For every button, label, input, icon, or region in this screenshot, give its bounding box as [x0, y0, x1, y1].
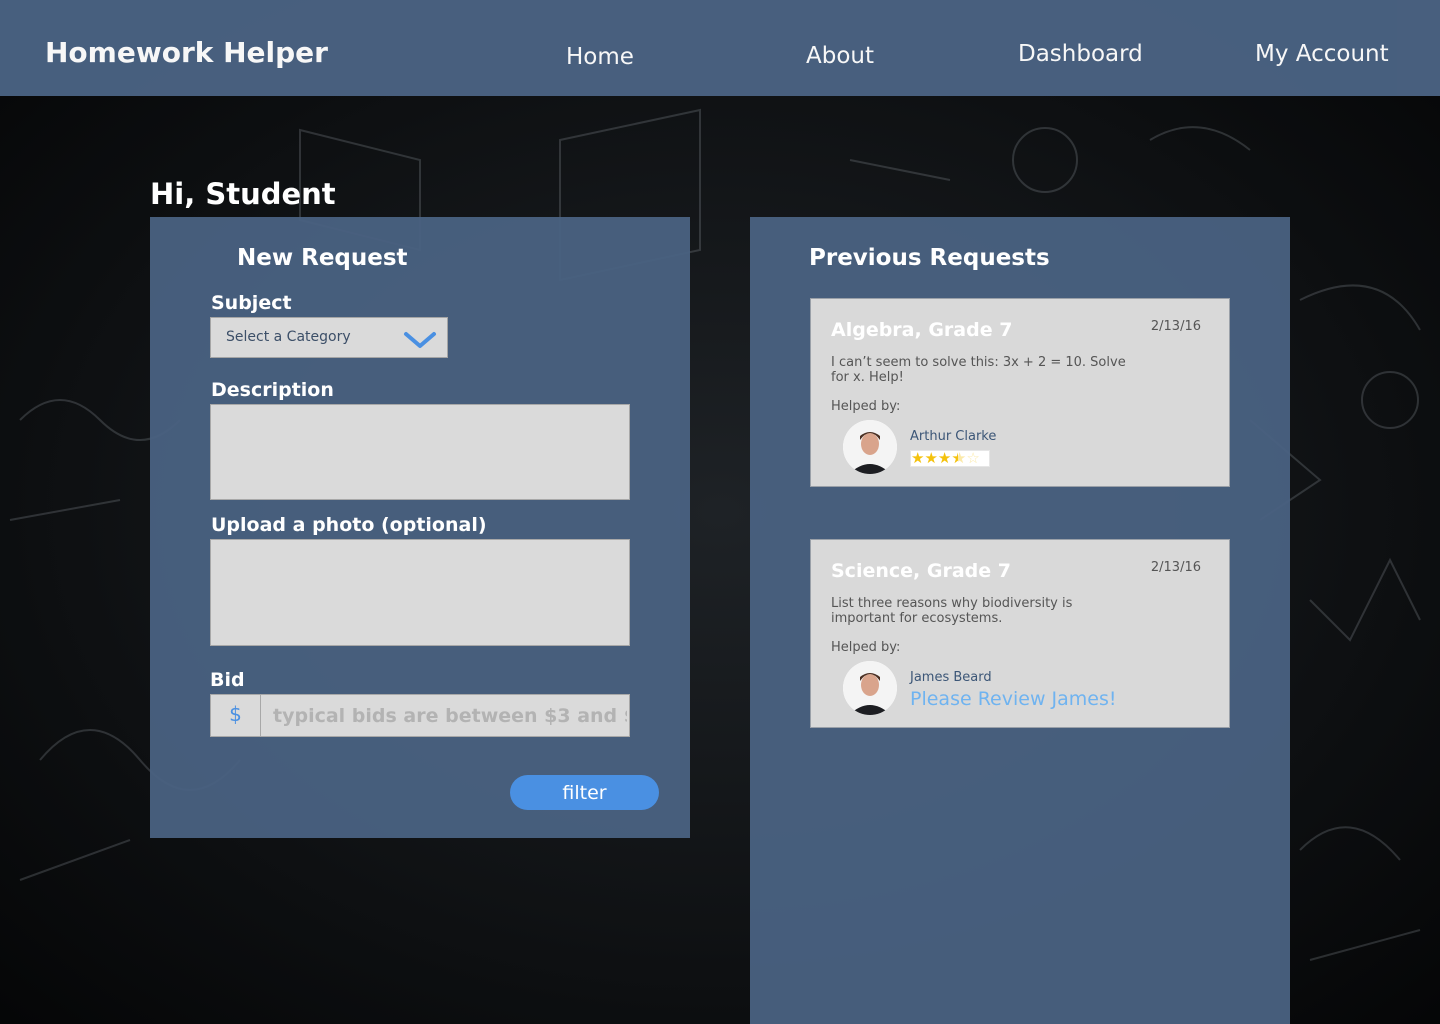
- previous-requests-title: Previous Requests: [809, 245, 1050, 271]
- nav-about[interactable]: About: [806, 43, 874, 69]
- greeting-heading: Hi, Student: [150, 177, 336, 211]
- nav-my-account[interactable]: My Account: [1255, 41, 1389, 67]
- subject-label: Subject: [211, 292, 292, 314]
- request-title: Science, Grade 7: [831, 560, 1011, 582]
- review-helper-link[interactable]: Please Review James!: [910, 688, 1117, 710]
- top-navbar: Homework Helper Home About Dashboard My …: [0, 0, 1440, 96]
- helper-name[interactable]: James Beard: [910, 670, 992, 685]
- request-description: List three reasons why biodiversity is i…: [831, 596, 1073, 626]
- bid-field: $: [210, 694, 630, 737]
- avatar: [843, 420, 897, 474]
- helped-by-label: Helped by:: [831, 399, 901, 414]
- request-date: 2/13/16: [1150, 560, 1201, 575]
- request-description: I can’t seem to solve this: 3x + 2 = 10.…: [831, 355, 1126, 385]
- request-title: Algebra, Grade 7: [831, 319, 1013, 341]
- subject-select-value: Select a Category: [226, 329, 351, 345]
- nav-home[interactable]: Home: [566, 44, 634, 70]
- request-card[interactable]: Science, Grade 7 2/13/16 List three reas…: [810, 539, 1230, 728]
- new-request-title: New Request: [237, 245, 408, 271]
- photo-upload-label: Upload a photo (optional): [211, 514, 487, 536]
- new-request-panel: New Request Subject Select a Category De…: [150, 217, 690, 838]
- dollar-icon: $: [211, 695, 261, 736]
- description-label: Description: [211, 379, 334, 401]
- chevron-down-icon: [404, 332, 436, 348]
- star-rating: ★★★★★☆: [910, 450, 990, 467]
- filter-button[interactable]: filter: [510, 775, 659, 810]
- bid-input[interactable]: [261, 695, 629, 736]
- subject-select[interactable]: Select a Category: [210, 317, 448, 358]
- request-date: 2/13/16: [1150, 319, 1201, 334]
- helper-name[interactable]: Arthur Clarke: [910, 429, 996, 444]
- request-card[interactable]: Algebra, Grade 7 2/13/16 I can’t seem to…: [810, 298, 1230, 487]
- nav-dashboard[interactable]: Dashboard: [1018, 41, 1143, 67]
- avatar: [843, 661, 897, 715]
- helped-by-label: Helped by:: [831, 640, 901, 655]
- brand-title[interactable]: Homework Helper: [45, 36, 328, 69]
- bid-label: Bid: [210, 669, 245, 691]
- photo-upload-dropzone[interactable]: [210, 539, 630, 646]
- previous-requests-panel: Previous Requests Algebra, Grade 7 2/13/…: [750, 217, 1290, 1024]
- description-textarea[interactable]: [210, 404, 630, 500]
